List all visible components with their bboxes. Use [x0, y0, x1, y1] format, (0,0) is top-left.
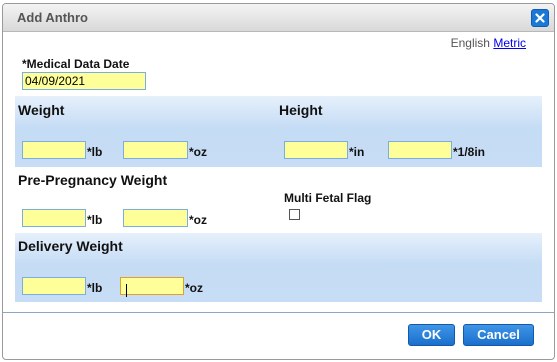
multi-fetal-label: Multi Fetal Flag [284, 191, 372, 205]
add-anthro-dialog: Add Anthro English Metric *Medical Data … [2, 3, 555, 360]
pre-pregnancy-lb-unit: *lb [87, 213, 103, 227]
height-eighth-unit: *1/8in [453, 145, 486, 159]
delivery-lb-input[interactable] [22, 277, 86, 295]
weight-oz-input[interactable] [123, 141, 188, 159]
weight-lb-input[interactable] [22, 141, 86, 159]
text-cursor [126, 284, 127, 297]
pre-pregnancy-oz-input[interactable] [123, 209, 188, 227]
delivery-oz-unit: *oz [185, 281, 203, 295]
pre-pregnancy-lb-input[interactable] [22, 209, 86, 227]
height-title: Height [279, 102, 323, 118]
close-icon [535, 13, 545, 23]
cancel-button[interactable]: Cancel [463, 324, 534, 346]
medical-date-label: *Medical Data Date [22, 57, 130, 71]
ok-button[interactable]: OK [408, 324, 455, 346]
close-button[interactable] [531, 9, 549, 27]
delivery-lb-unit: *lb [87, 281, 103, 295]
footer-divider [3, 312, 554, 313]
height-eighth-input[interactable] [388, 141, 452, 159]
unit-toggle: English Metric [451, 36, 526, 50]
dialog-titlebar[interactable]: Add Anthro [3, 4, 554, 32]
pre-pregnancy-oz-unit: *oz [189, 213, 207, 227]
weight-title: Weight [18, 102, 65, 118]
pre-pregnancy-title: Pre-Pregnancy Weight [18, 172, 168, 188]
dialog-title: Add Anthro [17, 10, 88, 25]
height-in-input[interactable] [284, 141, 348, 159]
delivery-oz-input[interactable] [120, 277, 184, 295]
english-label: English [450, 36, 490, 50]
delivery-title: Delivery Weight [18, 238, 123, 254]
weight-lb-unit: *lb [87, 145, 103, 159]
metric-link[interactable]: Metric [493, 36, 526, 50]
weight-oz-unit: *oz [189, 145, 207, 159]
multi-fetal-checkbox[interactable] [289, 209, 300, 220]
medical-date-input[interactable] [22, 72, 146, 90]
height-in-unit: *in [349, 145, 365, 159]
